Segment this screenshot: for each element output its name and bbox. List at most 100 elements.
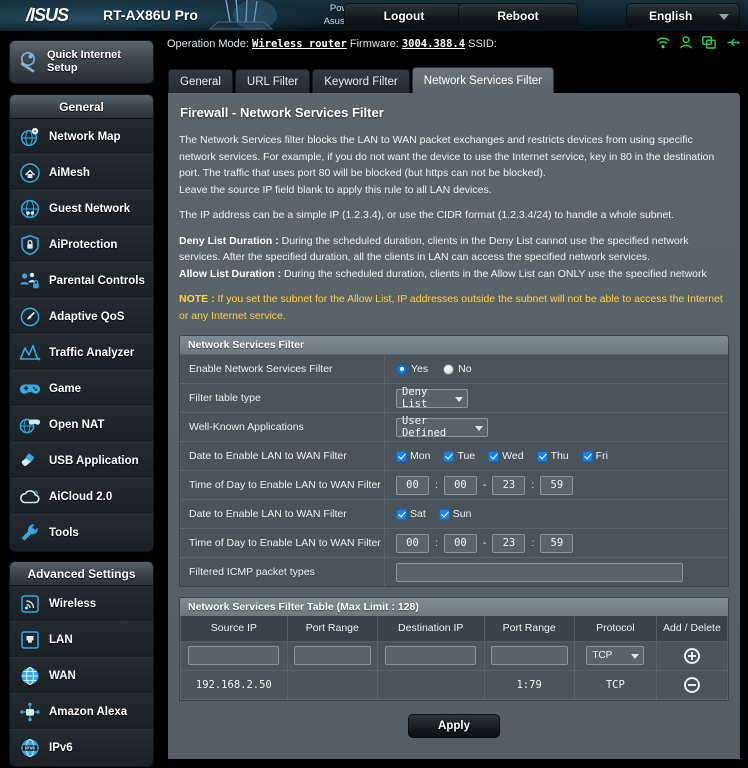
tab-url-filter[interactable]: URL Filter <box>234 69 311 93</box>
note-block: NOTE : If you set the subnet for the All… <box>179 291 729 324</box>
wan-icon <box>19 665 41 687</box>
firmware-label: Firmware: <box>349 38 399 50</box>
sidebar-item-open-nat[interactable]: Open NAT <box>10 407 153 443</box>
filtered-icmp-input[interactable] <box>396 562 683 582</box>
new-destination-ip-input[interactable] <box>385 646 477 665</box>
sidebar-item-aicloud[interactable]: AiCloud 2.0 <box>10 479 153 515</box>
tab-general[interactable]: General <box>168 69 233 93</box>
column-port-range-dst: Port Range <box>483 616 575 642</box>
sidebar-item-aiprotection[interactable]: AiProtection <box>10 227 153 263</box>
weekend-end-hour-input[interactable]: 23 <box>492 533 526 553</box>
reboot-button[interactable]: Reboot <box>458 3 578 28</box>
row-filter-table-type: Filter table type Deny List <box>180 383 728 412</box>
row-time-weekend: Time of Day to Enable LAN to WAN Filter … <box>180 528 728 557</box>
sidebar-item-lan[interactable]: LAN <box>10 622 153 658</box>
new-source-ip-input[interactable] <box>188 646 280 665</box>
apply-button[interactable]: Apply <box>408 713 500 738</box>
tab-keyword-filter[interactable]: Keyword Filter <box>312 69 410 93</box>
logout-button[interactable]: Logout <box>344 3 464 28</box>
weekday-start-hour-input[interactable]: 00 <box>396 475 429 495</box>
devices-icon[interactable] <box>702 36 716 49</box>
checkbox-tue[interactable]: Tue <box>443 450 475 462</box>
router-model-name: RT-AX86U Pro <box>103 7 198 23</box>
status-icon-tray <box>656 36 740 49</box>
sidebar-item-label: Tools <box>49 527 79 539</box>
aimesh-icon <box>19 162 41 184</box>
filter-table-type-select[interactable]: Deny List <box>396 386 468 410</box>
checkbox-sat[interactable]: Sat <box>396 508 426 520</box>
checkbox-wed-box <box>488 450 500 462</box>
chevron-down-icon <box>719 14 729 20</box>
new-port-range-src-input[interactable] <box>293 646 371 665</box>
radio-yes[interactable]: Yes <box>396 363 428 375</box>
sidebar-item-ipv6[interactable]: IPV6 IPv6 <box>10 730 153 766</box>
sidebar-item-label: Wireless <box>49 597 97 610</box>
time-weekday-inputs: 00 : 00 - 23 : 59 <box>385 475 728 495</box>
weekend-start-hour-input[interactable]: 00 <box>396 533 429 553</box>
open-nat-icon <box>19 414 41 436</box>
wifi-icon[interactable] <box>656 36 670 49</box>
checkbox-mon-box <box>396 450 407 462</box>
sidebar-item-label: Open NAT <box>49 418 105 431</box>
weekday-end-minute-input[interactable]: 59 <box>540 475 574 495</box>
tab-network-services-filter[interactable]: Network Services Filter <box>411 67 554 93</box>
quick-internet-setup-button[interactable]: Quick Internet Setup <box>9 40 154 84</box>
language-selector[interactable]: English <box>626 3 740 28</box>
date-weekday-label: Date to Enable LAN to WAN Filter <box>180 442 385 470</box>
table-header-row: Source IP Port Range Destination IP Port… <box>180 616 729 642</box>
sidebar-item-label: Amazon Alexa <box>49 705 128 718</box>
checkbox-fri-box <box>581 450 593 462</box>
weekday-start-minute-input[interactable]: 00 <box>443 475 477 495</box>
sidebar-group-title-advanced: Advanced Settings <box>10 562 153 586</box>
checkbox-mon[interactable]: Mon <box>396 450 430 462</box>
well-known-applications-select[interactable]: User Defined <box>396 415 488 439</box>
row-date-weekday: Date to Enable LAN to WAN Filter Mon Tue… <box>180 441 728 470</box>
sidebar-item-game[interactable]: Game <box>10 371 153 407</box>
sidebar-item-tools[interactable]: Tools <box>10 515 153 551</box>
weekday-end-hour-input[interactable]: 23 <box>492 475 526 495</box>
sidebar-item-traffic-analyzer[interactable]: Traffic Analyzer <box>10 335 153 371</box>
sidebar-item-amazon-alexa[interactable]: Amazon Alexa <box>10 694 153 730</box>
sidebar: Quick Internet Setup General Network Map <box>0 31 160 768</box>
radio-no[interactable]: No <box>443 363 472 375</box>
firmware-value[interactable]: 3004.388.4 <box>402 38 465 50</box>
delete-rule-button[interactable] <box>683 676 700 693</box>
sidebar-item-parental-controls[interactable]: Parental Controls <box>10 263 153 299</box>
gauge-icon <box>19 306 41 328</box>
wireless-icon <box>19 593 41 615</box>
sidebar-item-label: Game <box>49 382 81 395</box>
sidebar-group-advanced: Advanced Settings Wireless LAN WAN Amazo… <box>9 561 154 767</box>
sidebar-item-wan[interactable]: WAN <box>10 658 153 694</box>
enable-filter-controls: Yes No <box>385 363 728 375</box>
operation-mode-value[interactable]: Wireless router <box>252 38 347 50</box>
checkbox-wed[interactable]: Wed <box>488 450 524 462</box>
checkbox-fri[interactable]: Fri <box>581 450 608 462</box>
shield-icon <box>19 234 41 256</box>
chevron-down-icon <box>455 396 463 402</box>
sidebar-item-label: USB Application <box>49 454 139 467</box>
sidebar-item-guest-network[interactable]: Guest Network <box>10 191 153 227</box>
weekend-start-minute-input[interactable]: 00 <box>443 533 477 553</box>
sidebar-item-adaptive-qos[interactable]: Adaptive QoS <box>10 299 153 335</box>
weekend-end-minute-input[interactable]: 59 <box>540 533 574 553</box>
cell-protocol: TCP <box>573 669 657 700</box>
checkbox-sun[interactable]: Sun <box>438 508 471 520</box>
checkbox-thu[interactable]: Thu <box>536 450 569 462</box>
add-rule-button[interactable] <box>683 647 700 664</box>
table-row-new-entry: TCP <box>180 640 729 671</box>
sidebar-item-wireless[interactable]: Wireless <box>10 586 153 622</box>
new-port-range-dst-input[interactable] <box>490 646 568 665</box>
time-weekend-label: Time of Day to Enable LAN to WAN Filter <box>180 529 385 557</box>
chevron-down-icon <box>631 654 640 659</box>
new-protocol-select[interactable]: TCP <box>586 646 645 665</box>
note-text: If you set the subnet for the Allow List… <box>179 293 723 322</box>
usb-icon[interactable] <box>726 36 740 49</box>
allow-list-duration-label: Allow List Duration : <box>179 267 282 280</box>
network-services-filter-table: Source IP Port Range Destination IP Port… <box>180 616 729 700</box>
sidebar-item-label: Traffic Analyzer <box>49 346 135 359</box>
sidebar-item-network-map[interactable]: Network Map <box>10 119 153 155</box>
sidebar-item-usb-application[interactable]: USB Application <box>10 443 153 479</box>
sidebar-item-aimesh[interactable]: AiMesh <box>10 155 153 191</box>
sidebar-group-title-general: General <box>10 95 153 119</box>
user-icon[interactable] <box>680 36 692 49</box>
